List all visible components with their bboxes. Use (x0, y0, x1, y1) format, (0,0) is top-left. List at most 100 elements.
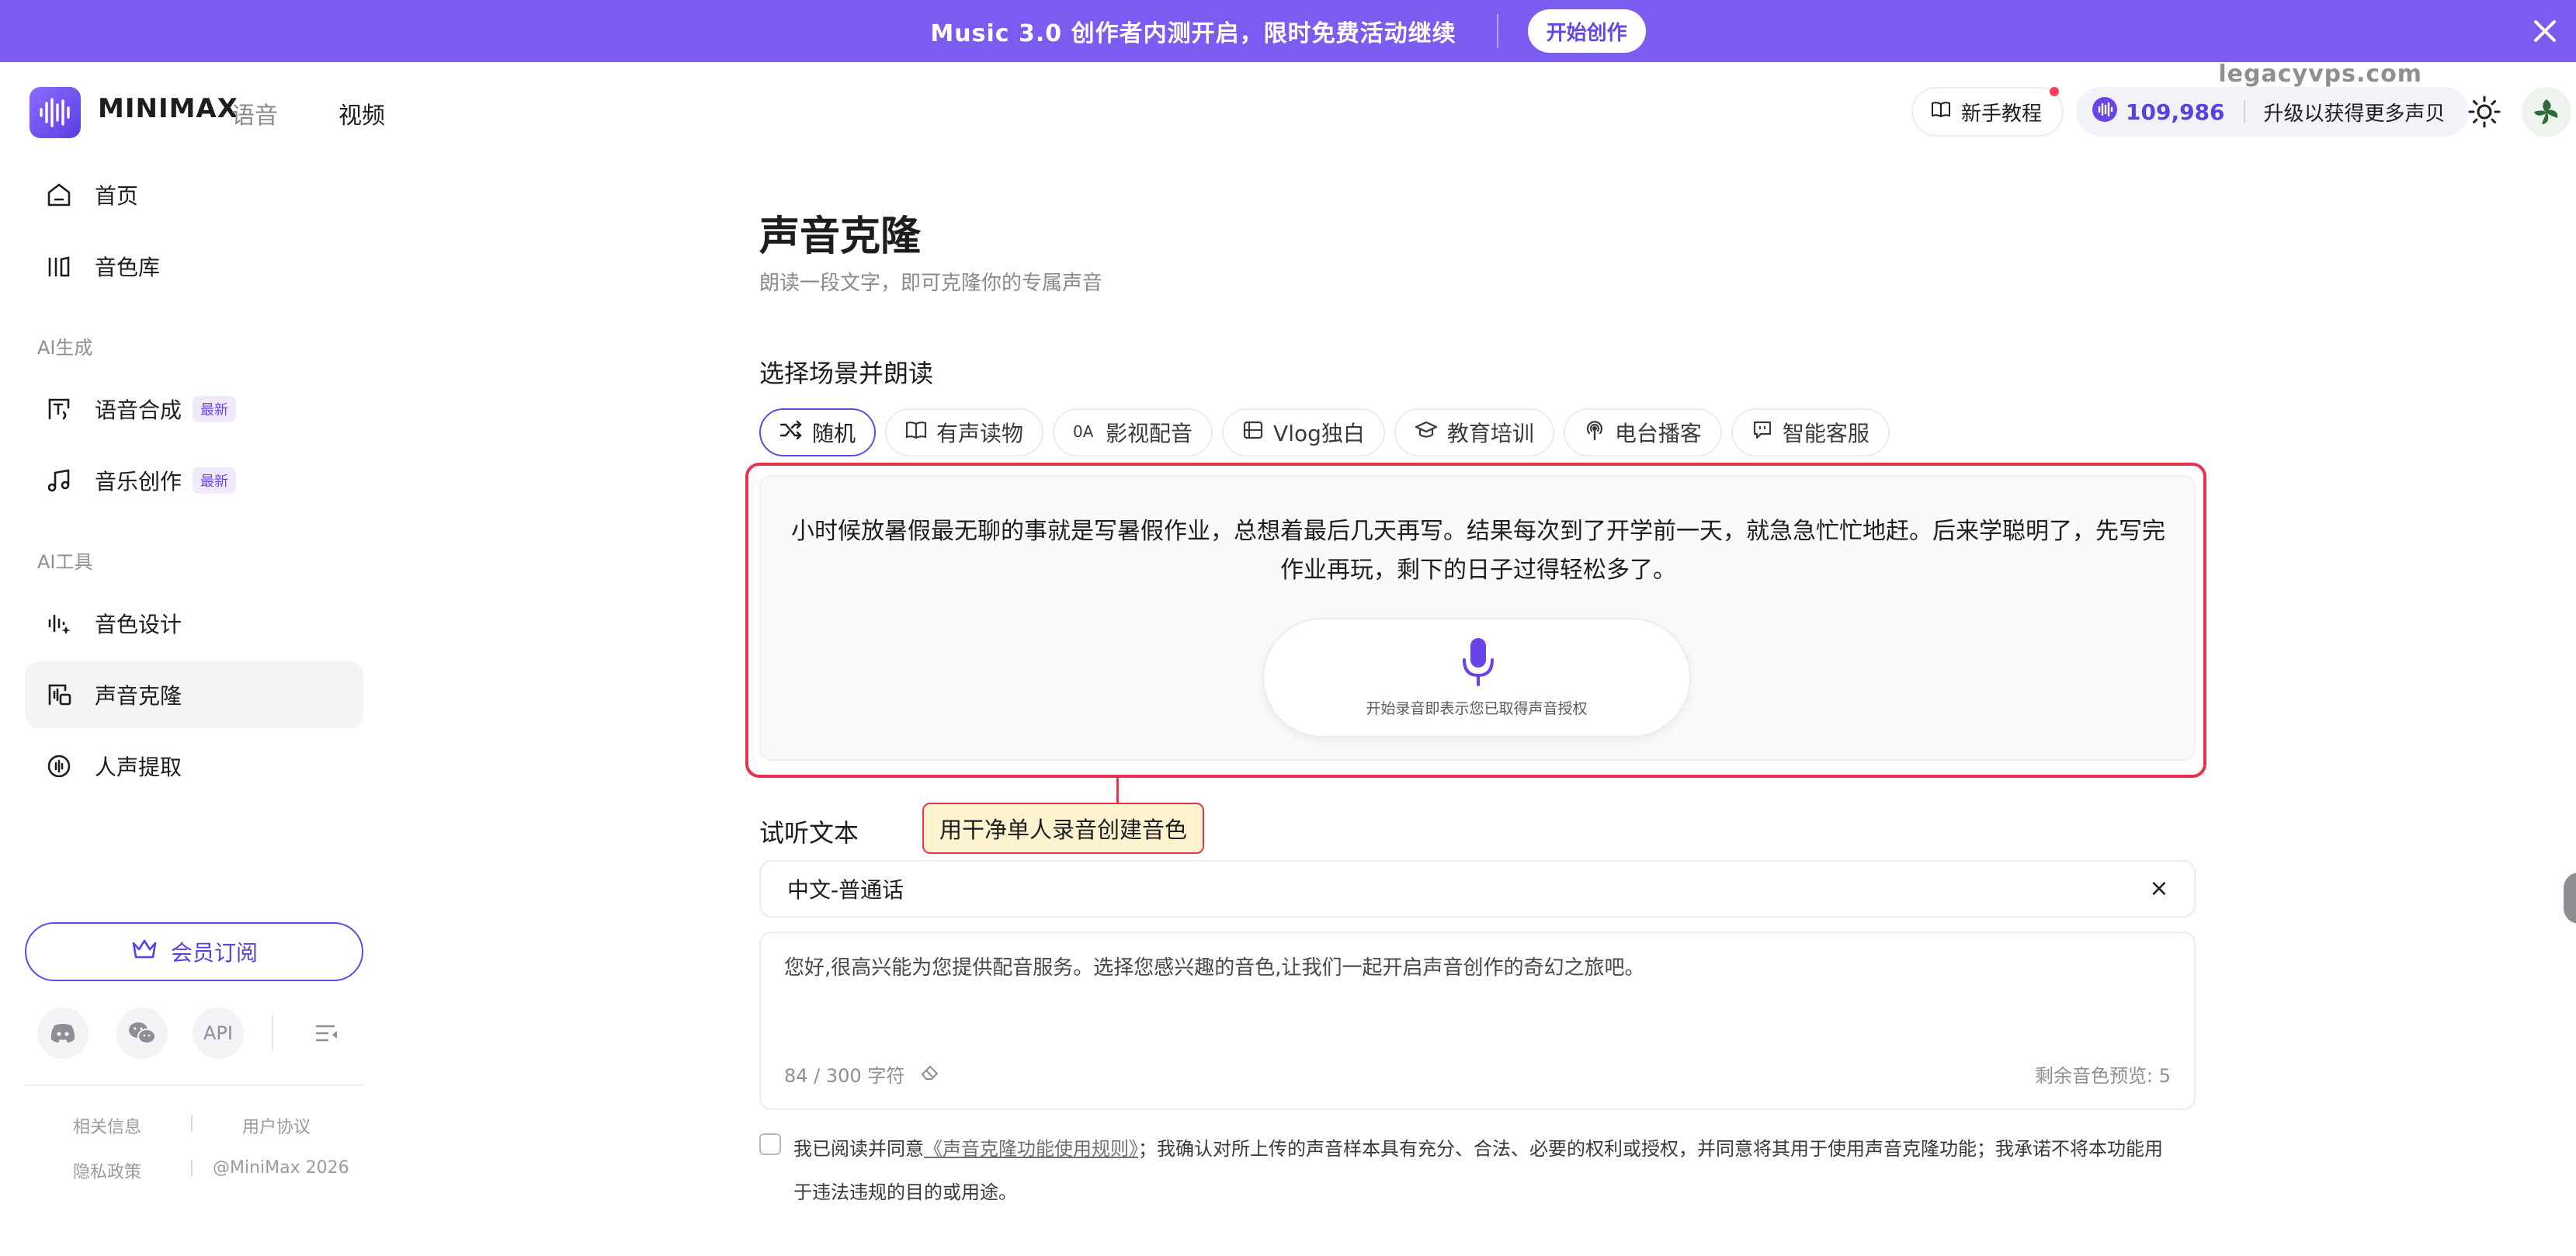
user-agreement-link[interactable]: 用户协议 (242, 1113, 311, 1138)
sidebar-item-label: 人声提取 (95, 755, 182, 780)
page-title: 声音克隆 (759, 213, 922, 260)
new-badge: 最新 (193, 467, 237, 494)
tab-vlog[interactable]: Vlog独白 (1222, 408, 1385, 456)
sidebar-item-voice-design[interactable]: 音色设计 (25, 590, 363, 657)
annotation-tooltip: 用干净单人录音创建音色 (922, 803, 1205, 854)
credits-divider (2243, 100, 2245, 123)
start-create-button[interactable]: 开始创作 (1527, 9, 1646, 53)
sidebar-item-label: 语音合成 (95, 397, 182, 423)
char-count-text: 84 / 300 字符 (784, 1065, 905, 1087)
sidebar-item-tts[interactable]: 语音合成 最新 (25, 376, 363, 442)
banner-divider (1496, 14, 1498, 48)
book-icon (1930, 99, 1952, 126)
rules-link[interactable]: 《声音克隆功能使用规则》 (924, 1138, 1138, 1160)
tab-film-dubbing[interactable]: 0A 影视配音 (1053, 408, 1213, 456)
tab-podcast[interactable]: 电台播客 (1563, 408, 1722, 456)
related-info-link[interactable]: 相关信息 (73, 1113, 141, 1138)
upgrade-link[interactable]: 升级以获得更多声贝 (2264, 98, 2446, 127)
minimax-logo-icon[interactable] (30, 87, 81, 138)
scene-heading: 选择场景并朗读 (759, 359, 934, 388)
tab-label: 教育培训 (1446, 421, 1534, 446)
brand-name[interactable]: MINIMAX (98, 93, 238, 124)
annotation-highlight-box (745, 463, 2206, 778)
discord-icon[interactable] (37, 1008, 89, 1059)
preview-textarea[interactable]: 您好,很高兴能为您提供配音服务。选择您感兴趣的音色,让我们一起开启声音创作的奇幻… (759, 932, 2196, 1110)
nav-voice[interactable]: 语音 (231, 96, 278, 130)
footer-hr (25, 1084, 363, 1086)
close-icon[interactable] (2528, 14, 2562, 48)
tab-random[interactable]: 随机 (759, 408, 877, 456)
voice-clone-icon (43, 679, 75, 710)
sidebar-item-library[interactable]: 音色库 (25, 233, 363, 300)
watermark: legacyvps.com (2218, 61, 2422, 88)
tab-education[interactable]: 教育培训 (1394, 408, 1554, 456)
tab-label: 影视配音 (1106, 421, 1193, 446)
tab-label: 电台播客 (1614, 421, 1702, 446)
dubbing-icon: 0A (1073, 420, 1096, 446)
sidebar-item-label: 音色库 (95, 255, 161, 280)
music-note-icon (43, 465, 75, 496)
shuffle-icon (779, 420, 803, 446)
vip-subscribe-button[interactable]: 会员订阅 (25, 922, 363, 981)
agree-checkbox[interactable] (759, 1133, 781, 1155)
floating-help-button[interactable] (2564, 873, 2576, 924)
eraser-icon[interactable] (920, 1063, 940, 1085)
section-ai-generation: AI生成 (37, 337, 93, 359)
privacy-policy-link[interactable]: 隐私政策 (73, 1158, 141, 1183)
tab-audiobook[interactable]: 有声读物 (885, 408, 1044, 456)
library-icon (43, 251, 75, 282)
svg-text:0A: 0A (1073, 422, 1094, 440)
theme-toggle-sun-icon[interactable] (2466, 93, 2503, 130)
api-button[interactable]: API (193, 1008, 244, 1059)
sidebar-item-vocal-extract[interactable]: 人声提取 (25, 733, 363, 800)
footer-sep (191, 1160, 193, 1177)
scene-tabs: 随机 有声读物 0A 影视配音 Vlog独白 教育培训 电台播客 智能客服 (759, 408, 1890, 456)
sidebar-item-label: 首页 (95, 183, 139, 209)
language-select[interactable]: 中文-普通话 × (759, 860, 2196, 918)
page-subtitle: 朗读一段文字，即可克隆你的专属声音 (759, 272, 1103, 295)
collapse-sidebar-icon[interactable] (301, 1008, 352, 1059)
wechat-icon[interactable] (116, 1008, 168, 1059)
new-badge: 最新 (193, 396, 237, 422)
user-avatar[interactable] (2522, 87, 2571, 137)
credits-pill[interactable]: 109,986 升级以获得更多声贝 (2076, 87, 2469, 137)
agreement-text: 我已阅读并同意《声音克隆功能使用规则》；我确认对所上传的声音样本具有充分、合法、… (793, 1127, 2175, 1214)
banner-text: Music 3.0 创作者内测开启，限时免费活动继续 (930, 20, 1456, 47)
tab-customer-service[interactable]: 智能客服 (1731, 408, 1890, 456)
promo-banner: Music 3.0 创作者内测开启，限时免费活动继续 开始创作 (0, 0, 2576, 62)
book-icon (905, 420, 927, 446)
preview-text: 您好,很高兴能为您提供配音服务。选择您感兴趣的音色,让我们一起开启声音创作的奇幻… (784, 956, 1645, 980)
podcast-icon (1584, 419, 1606, 446)
tab-label: 智能客服 (1782, 421, 1870, 446)
credits-count: 109,986 (2126, 99, 2225, 125)
sidebar-item-label: 音色设计 (95, 612, 182, 637)
annotation-connector (1116, 778, 1119, 804)
nav-video[interactable]: 视频 (338, 96, 385, 130)
footer-sep (191, 1115, 193, 1132)
sidebar-item-label: 声音克隆 (95, 683, 182, 709)
agree-prefix: 我已阅读并同意 (793, 1138, 924, 1160)
tutorial-label: 新手教程 (1961, 102, 2043, 126)
tab-label: 有声读物 (936, 421, 1024, 446)
tab-label: 随机 (812, 421, 856, 446)
clear-language-icon[interactable]: × (2147, 877, 2171, 900)
sidebar-item-home[interactable]: 首页 (25, 161, 363, 228)
copyright: @MiniMax 2026 (213, 1158, 349, 1178)
chat-icon (1751, 419, 1773, 446)
text-to-speech-icon (43, 394, 75, 425)
remaining-previews: 剩余音色预览: 5 (2035, 1065, 2171, 1087)
home-icon (43, 179, 75, 210)
footer-divider (272, 1015, 273, 1051)
sidebar-item-music[interactable]: 音乐创作 最新 (25, 447, 363, 514)
crown-icon (130, 937, 158, 967)
language-value: 中文-普通话 (787, 877, 904, 903)
sidebar-item-label: 音乐创作 (95, 469, 182, 494)
tutorial-button[interactable]: 新手教程 (1911, 87, 2064, 137)
tab-label: Vlog独白 (1273, 421, 1365, 446)
graduation-cap-icon (1415, 420, 1438, 446)
preview-heading: 试听文本 (759, 818, 859, 848)
vocal-extract-icon (43, 751, 75, 782)
sidebar-item-voice-clone[interactable]: 声音克隆 (25, 661, 363, 728)
char-count: 84 / 300 字符 (784, 1060, 940, 1088)
section-ai-tools: AI工具 (37, 551, 93, 573)
